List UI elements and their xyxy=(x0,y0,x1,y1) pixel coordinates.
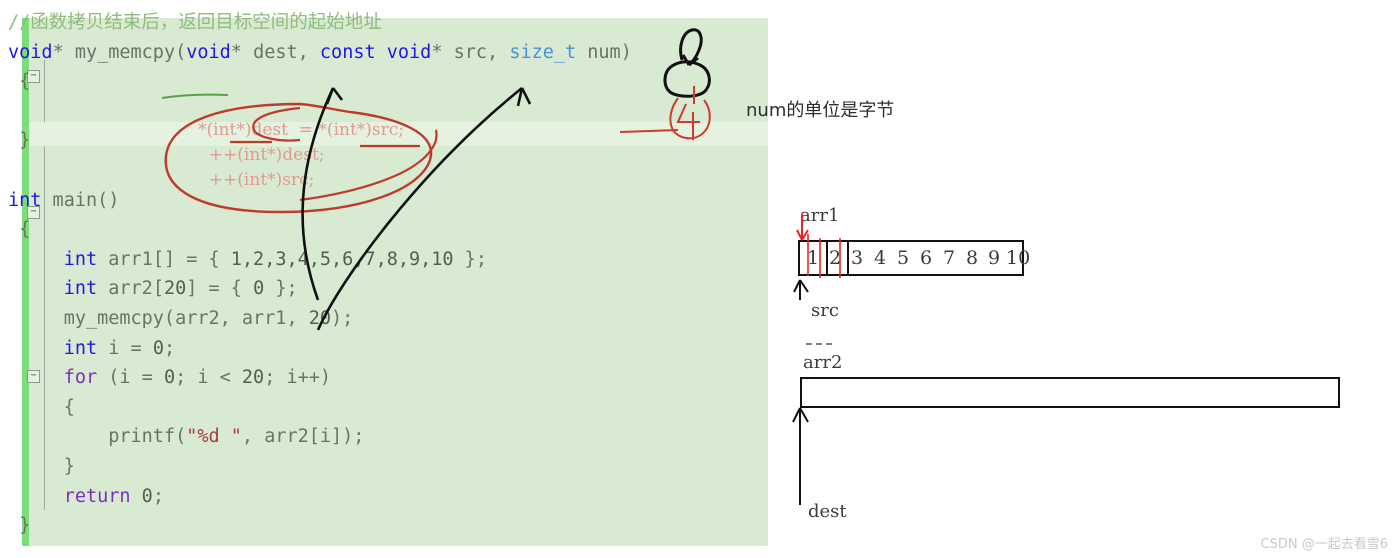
arr1-cell-value: 3 xyxy=(850,247,864,269)
arr1-cell-value: 8 xyxy=(965,247,979,269)
arr1-cell-value: 9 xyxy=(987,247,1001,269)
arr1-cell-value: 4 xyxy=(873,247,887,269)
code-comment-line: //函数拷贝结束后，返回目标空间的起始地址 xyxy=(8,12,382,33)
arr1-cell-value: 10 xyxy=(1006,247,1031,269)
arr1-cell-value: 7 xyxy=(942,247,956,269)
arr2-label: arr2 xyxy=(803,352,843,373)
arr1-cell-value: 1 xyxy=(806,247,820,269)
dest-label: dest xyxy=(808,501,847,522)
red-arrowhead-arr1 xyxy=(796,229,809,241)
csdn-watermark: CSDN @一起去看雪6 xyxy=(1260,537,1388,552)
arr2-memory-box xyxy=(800,377,1340,408)
src-arrowhead xyxy=(793,279,809,293)
arr1-label: arr1 xyxy=(800,205,840,226)
src-label: src xyxy=(811,300,839,321)
red-handwritten-code: *(int*)dest = *(int*)src; ++(int*)dest; … xyxy=(198,120,405,190)
dest-arrowhead xyxy=(792,407,809,423)
arr1-cell-value: 2 xyxy=(828,247,842,269)
arr1-cell-value: 6 xyxy=(919,247,933,269)
side-note-num-unit: num的单位是字节 xyxy=(746,100,895,121)
source-code[interactable]: //函数拷贝结束后，返回目标空间的起始地址 void* my_memcpy(vo… xyxy=(8,8,632,541)
arr1-cell-value: 5 xyxy=(896,247,910,269)
